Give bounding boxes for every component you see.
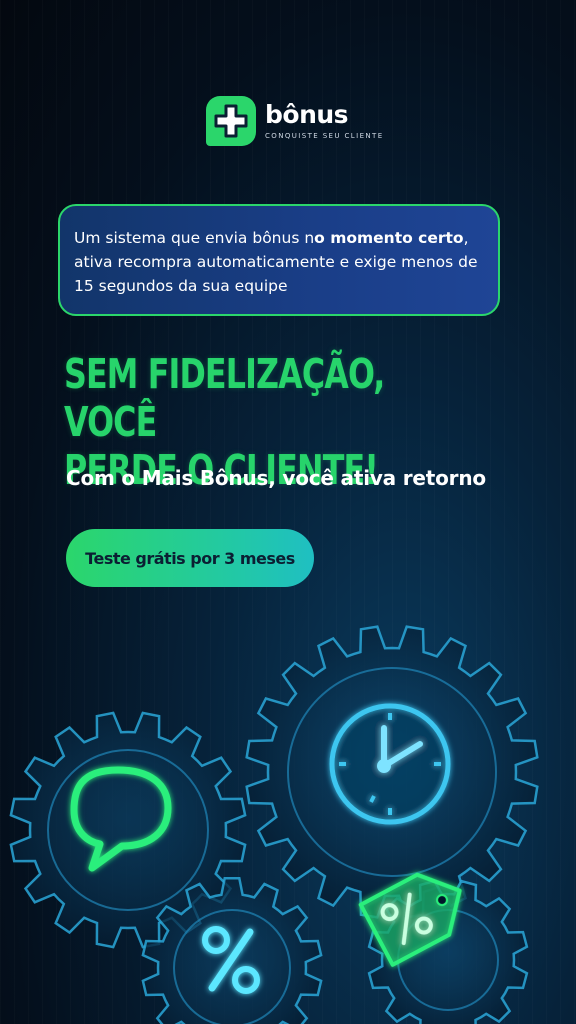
brand-tagline: CONQUISTE SEU CLIENTE (265, 132, 384, 140)
info-box: Um sistema que envia bônus no momento ce… (58, 204, 500, 316)
subheadline: Com o Mais Bônus, você ativa retorno (66, 466, 486, 490)
brand-name: bônus (265, 100, 349, 129)
plus-icon (206, 96, 256, 146)
info-text-bold: o momento certo (314, 229, 464, 247)
headline-line1: SEM FIDELIZAÇÃO, VOCÊ (64, 350, 385, 446)
brand-logo: bônus CONQUISTE SEU CLIENTE (206, 96, 384, 146)
free-trial-button[interactable]: Teste grátis por 3 meses (66, 529, 314, 587)
info-text-part1: Um sistema que envia bônus n (74, 229, 315, 247)
clock-icon (329, 703, 451, 825)
gears-illustration (9, 625, 539, 1024)
